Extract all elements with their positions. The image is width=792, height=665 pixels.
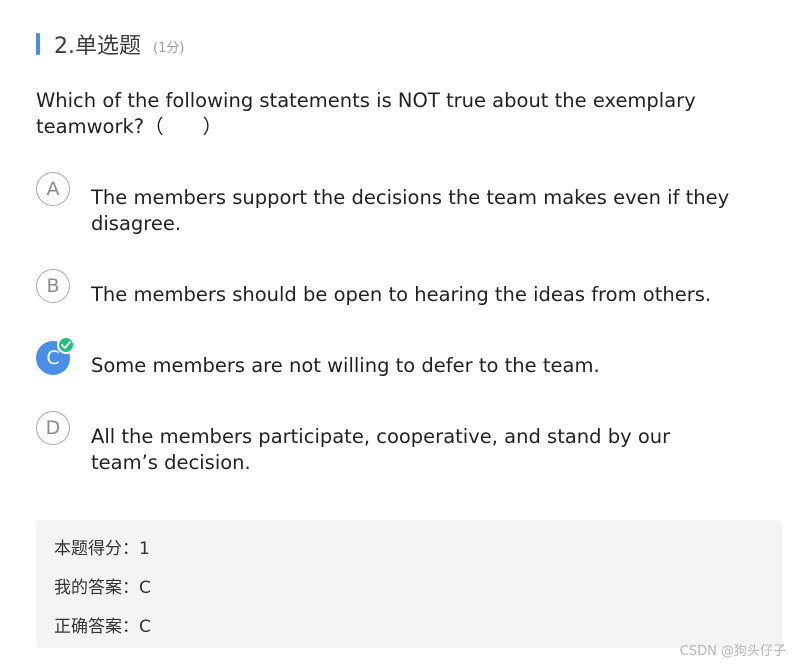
watermark: CSDN @狗头仔子	[679, 644, 786, 659]
accent-bar	[36, 33, 40, 55]
option-d-letter: D	[45, 417, 61, 439]
option-c-text: Some members are not willing to defer to…	[91, 354, 600, 377]
question-stem: Which of the following statements is NOT…	[36, 89, 696, 138]
option-b-circle[interactable]: B	[36, 269, 70, 303]
option-d-circle[interactable]: D	[36, 411, 70, 445]
option-a[interactable]: A The members support the decisions the …	[36, 172, 741, 237]
option-b[interactable]: B The members should be open to hearing …	[36, 269, 741, 308]
option-a-letter: A	[46, 178, 60, 200]
answer-summary: 本题得分：1 我的答案：C 正确答案：C	[36, 520, 782, 648]
question-score: (1分)	[153, 40, 185, 56]
option-c-letter: C	[46, 347, 60, 369]
option-b-text: The members should be open to hearing th…	[91, 283, 712, 306]
score-line: 本题得分：1	[54, 539, 150, 559]
correct-answer-line: 正确答案：C	[54, 617, 151, 637]
option-b-letter: B	[46, 275, 60, 297]
option-a-circle[interactable]: A	[36, 172, 70, 206]
option-a-text: The members support the decisions the te…	[91, 186, 730, 235]
question-title: 2.单选题	[54, 34, 141, 59]
option-d[interactable]: D All the members participate, cooperati…	[36, 411, 741, 476]
question-header: 2.单选题 (1分)	[36, 30, 185, 59]
correct-check-icon	[57, 336, 75, 354]
option-c[interactable]: C Some members are not willing to defer …	[36, 336, 741, 379]
option-c-circle[interactable]: C	[36, 336, 75, 375]
my-answer-line: 我的答案：C	[54, 578, 151, 598]
option-d-text: All the members participate, cooperative…	[91, 425, 671, 474]
